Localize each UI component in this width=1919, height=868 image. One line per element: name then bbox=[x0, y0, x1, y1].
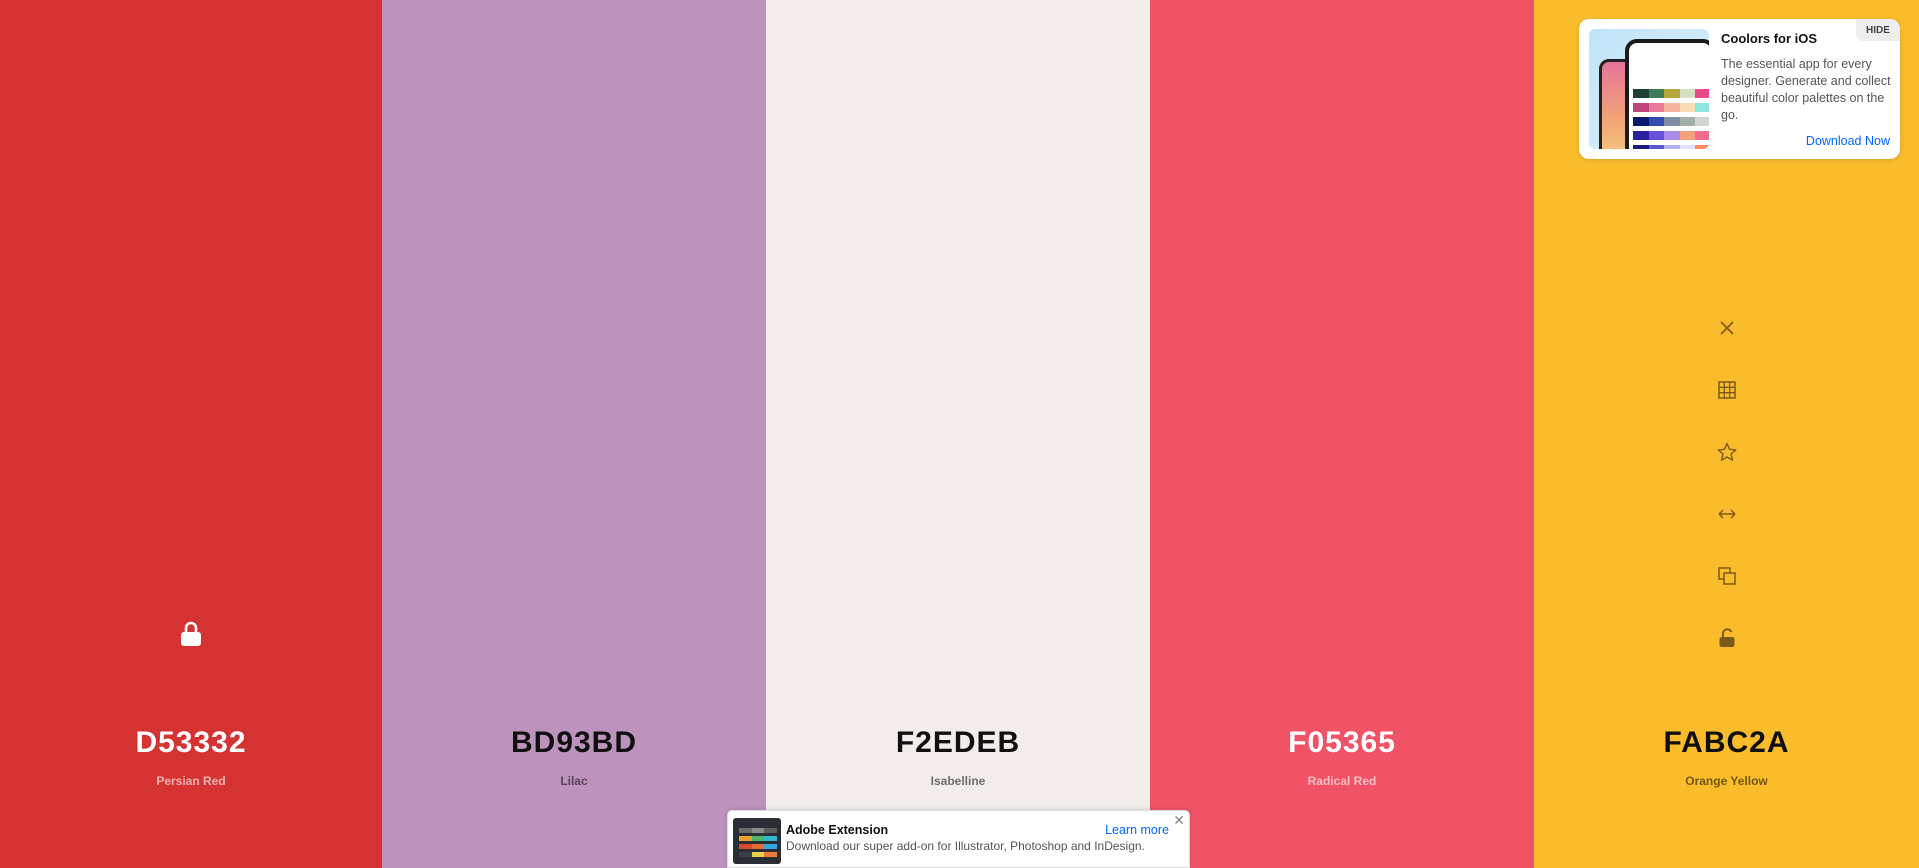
swatch-name[interactable]: Radical Red bbox=[1150, 774, 1534, 788]
swatch-isabelline[interactable]: F2EDEB Isabelline bbox=[766, 0, 1150, 868]
hide-button[interactable]: HIDE bbox=[1856, 19, 1900, 41]
adobe-ad-description: Download our super add-on for Illustrato… bbox=[786, 839, 1145, 853]
ios-ad-description: The essential app for every designer. Ge… bbox=[1721, 57, 1891, 122]
swatch-hex[interactable]: FABC2A bbox=[1534, 726, 1919, 760]
swatch-lilac[interactable]: BD93BD Lilac bbox=[382, 0, 766, 868]
swatch-hex[interactable]: BD93BD bbox=[382, 726, 766, 760]
phone-front-image bbox=[1625, 39, 1709, 149]
close-icon[interactable]: ✕ bbox=[1173, 813, 1185, 827]
swatch-name[interactable]: Orange Yellow bbox=[1534, 774, 1919, 788]
close-icon[interactable] bbox=[1707, 308, 1747, 348]
swatch-name[interactable]: Isabelline bbox=[766, 774, 1150, 788]
adobe-ad-thumbnail bbox=[733, 818, 781, 864]
adobe-ad-title: Adobe Extension bbox=[786, 823, 889, 837]
learn-more-link[interactable]: Learn more bbox=[1105, 823, 1169, 837]
swatch-persian-red[interactable]: D53332 Persian Red bbox=[0, 0, 382, 868]
ios-ad-card[interactable]: Coolors for iOS The essential app for ev… bbox=[1579, 19, 1900, 159]
star-icon[interactable] bbox=[1707, 432, 1747, 472]
download-now-link[interactable]: Download Now bbox=[1806, 134, 1890, 148]
ios-ad-title[interactable]: Coolors for iOS bbox=[1721, 31, 1817, 46]
swatch-name[interactable]: Persian Red bbox=[0, 774, 382, 788]
arrows-horizontal-icon[interactable] bbox=[1707, 494, 1747, 534]
copy-icon[interactable] bbox=[1707, 556, 1747, 596]
swatch-hex[interactable]: F2EDEB bbox=[766, 726, 1150, 760]
unlock-icon[interactable] bbox=[1707, 618, 1747, 658]
swatch-radical-red[interactable]: F05365 Radical Red bbox=[1150, 0, 1534, 868]
ios-app-thumbnail[interactable] bbox=[1589, 29, 1709, 149]
grid-icon[interactable] bbox=[1707, 370, 1747, 410]
swatch-toolbar bbox=[1534, 308, 1919, 680]
swatch-hex[interactable]: F05365 bbox=[1150, 726, 1534, 760]
swatch-hex[interactable]: D53332 bbox=[0, 726, 382, 760]
adobe-extension-ad[interactable]: Adobe Extension Download our super add-o… bbox=[727, 810, 1190, 868]
lock-icon[interactable] bbox=[180, 621, 202, 647]
swatch-name[interactable]: Lilac bbox=[382, 774, 766, 788]
